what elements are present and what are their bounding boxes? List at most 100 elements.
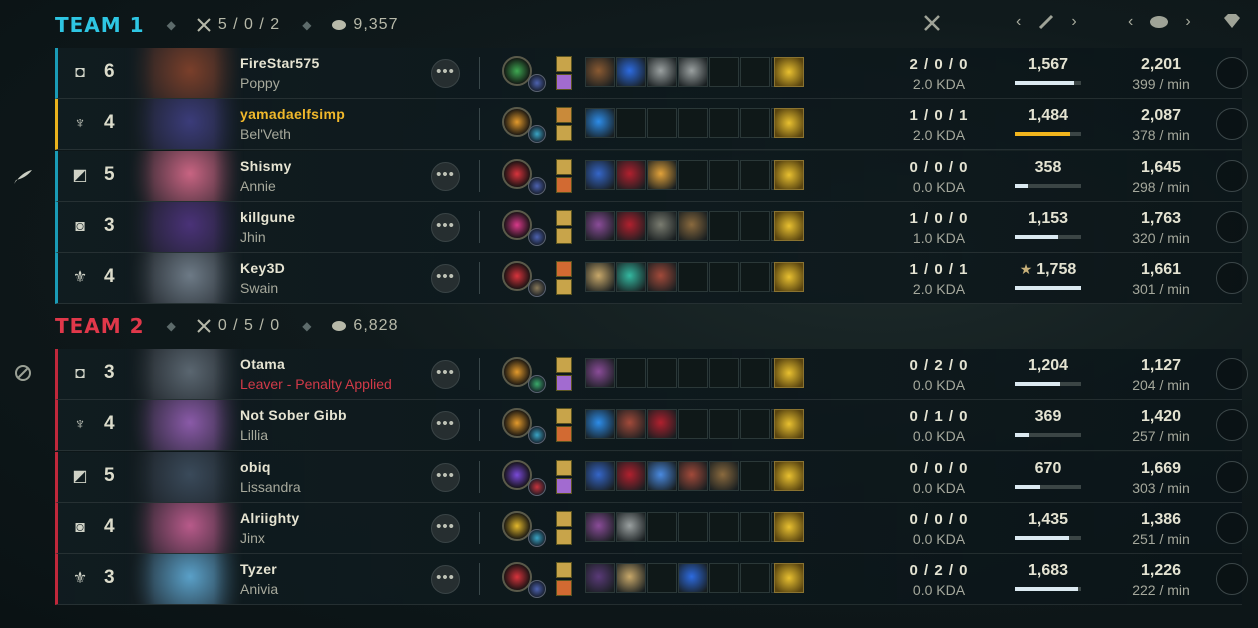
summoner-name[interactable]: Not Sober Gibb	[240, 407, 347, 423]
item-icon[interactable]	[678, 563, 708, 594]
secondary-rune-icon[interactable]	[528, 426, 546, 445]
more-options-button[interactable]: •••	[431, 59, 460, 88]
item-icon[interactable]	[616, 460, 646, 491]
item-icon[interactable]	[647, 159, 677, 190]
ward-trinket-icon[interactable]	[774, 159, 804, 190]
player-row[interactable]: ◘ 3 Otama Leaver - Penalty Applied ••• 0 / 2 …	[55, 349, 1248, 400]
item-icon[interactable]	[616, 57, 646, 87]
summoner-name[interactable]: yamadaelfsimp	[240, 106, 345, 122]
vision-slot[interactable]	[1216, 563, 1248, 596]
item-icon[interactable]	[585, 159, 615, 190]
secondary-rune-icon[interactable]	[528, 279, 546, 298]
item-icon[interactable]	[585, 358, 615, 388]
item-icon[interactable]	[585, 108, 615, 139]
item-icon[interactable]	[585, 460, 615, 491]
secondary-rune-icon[interactable]	[528, 477, 546, 496]
ward-trinket-icon[interactable]	[774, 511, 804, 542]
item-icon[interactable]	[647, 210, 677, 241]
vision-column-header[interactable]	[1222, 13, 1242, 29]
secondary-rune-icon[interactable]	[528, 176, 546, 195]
summoner-name[interactable]: killgune	[240, 209, 295, 225]
vision-slot[interactable]	[1216, 57, 1248, 89]
ward-trinket-icon[interactable]	[774, 210, 804, 241]
more-options-button[interactable]: •••	[431, 264, 460, 294]
summoner-spell-icon[interactable]	[556, 56, 572, 72]
summoner-spell-icon[interactable]	[556, 357, 572, 373]
summoner-spell-icon[interactable]	[556, 227, 572, 244]
summoner-spell-icon[interactable]	[556, 510, 572, 527]
summoner-name[interactable]: Shismy	[240, 158, 292, 174]
secondary-rune-icon[interactable]	[528, 375, 546, 393]
item-icon[interactable]	[616, 210, 646, 241]
summoner-name[interactable]: Otama	[240, 356, 285, 372]
summoner-spell-icon[interactable]	[556, 408, 572, 425]
summoner-name[interactable]: Key3D	[240, 260, 285, 276]
more-options-button[interactable]: •••	[431, 462, 460, 492]
player-row[interactable]: ♆ 4 yamadaelfsimp Bel'Veth 1 / 0 / 1 2.0 KDA 1…	[55, 99, 1248, 151]
summoner-spell-icon[interactable]	[556, 279, 572, 296]
summoner-spell-icon[interactable]	[556, 209, 572, 226]
item-icon[interactable]	[585, 262, 615, 293]
summoner-spell-icon[interactable]	[556, 261, 572, 278]
summoner-spell-icon[interactable]	[556, 459, 572, 476]
vision-slot[interactable]	[1216, 460, 1248, 493]
secondary-rune-icon[interactable]	[528, 125, 546, 144]
secondary-rune-icon[interactable]	[528, 528, 546, 547]
ward-trinket-icon[interactable]	[774, 563, 804, 594]
item-icon[interactable]	[585, 563, 615, 594]
summoner-spell-icon[interactable]	[556, 125, 572, 142]
summoner-spell-icon[interactable]	[556, 158, 572, 175]
vision-slot[interactable]	[1216, 210, 1248, 243]
item-icon[interactable]	[678, 57, 708, 87]
more-options-button[interactable]: •••	[431, 411, 460, 441]
item-icon[interactable]	[647, 57, 677, 87]
item-icon[interactable]	[616, 511, 646, 542]
ward-trinket-icon[interactable]	[774, 358, 804, 388]
item-icon[interactable]	[678, 210, 708, 241]
item-icon[interactable]	[616, 409, 646, 440]
more-options-button[interactable]: •••	[431, 161, 460, 191]
chevron-left-icon[interactable]: ‹	[1128, 13, 1133, 31]
summoner-name[interactable]: FireStar575	[240, 55, 320, 71]
item-icon[interactable]	[709, 460, 739, 491]
player-row[interactable]: ◩ 5 obiq Lissandra ••• 0 / 0 / 0 0.0 KDA 670 1,6…	[55, 451, 1248, 503]
item-icon[interactable]	[647, 409, 677, 440]
ward-trinket-icon[interactable]	[774, 108, 804, 139]
chevron-left-icon[interactable]: ‹	[1016, 13, 1021, 31]
item-icon[interactable]	[647, 460, 677, 491]
summoner-name[interactable]: Tyzer	[240, 561, 277, 577]
item-icon[interactable]	[585, 409, 615, 440]
summoner-spell-icon[interactable]	[556, 375, 572, 391]
item-icon[interactable]	[678, 460, 708, 491]
secondary-rune-icon[interactable]	[528, 74, 546, 92]
player-row[interactable]: ⚜ 3 Tyzer Anivia ••• 0 / 2 / 0 0.0 KDA 1,683 1,2…	[55, 554, 1248, 606]
chevron-right-icon[interactable]: ›	[1185, 13, 1190, 31]
item-icon[interactable]	[585, 511, 615, 542]
item-icon[interactable]	[585, 210, 615, 241]
player-row[interactable]: ◙ 4 Alriighty Jinx ••• 0 / 0 / 0 0.0 KDA 1,435 1…	[55, 502, 1248, 554]
player-row[interactable]: ◩ 5 Shismy Annie ••• 0 / 0 / 0 0.0 KDA 358 1,645…	[55, 150, 1248, 202]
kda-column-header[interactable]	[922, 13, 942, 33]
more-options-button[interactable]: •••	[431, 565, 460, 595]
ward-trinket-icon[interactable]	[774, 409, 804, 440]
summoner-spell-icon[interactable]	[556, 107, 572, 124]
vision-slot[interactable]	[1216, 108, 1248, 141]
ward-trinket-icon[interactable]	[774, 57, 804, 87]
summoner-spell-icon[interactable]	[556, 426, 572, 443]
player-row[interactable]: ◙ 3 killgune Jhin ••• 1 / 0 / 0 1.0 KDA 1,153 1,…	[55, 201, 1248, 253]
item-icon[interactable]	[616, 262, 646, 293]
ward-trinket-icon[interactable]	[774, 460, 804, 491]
more-options-button[interactable]: •••	[431, 513, 460, 543]
item-icon[interactable]	[647, 262, 677, 293]
item-icon[interactable]	[616, 563, 646, 594]
more-options-button[interactable]: •••	[431, 360, 460, 389]
summoner-spell-icon[interactable]	[556, 580, 572, 597]
summoner-spell-icon[interactable]	[556, 74, 572, 90]
player-row[interactable]: ⚜ 4 Key3D Swain ••• 1 / 0 / 1 2.0 KDA ★ 1,758 1,…	[55, 253, 1248, 305]
vision-slot[interactable]	[1216, 159, 1248, 192]
vision-slot[interactable]	[1216, 262, 1248, 295]
item-icon[interactable]	[616, 159, 646, 190]
vision-slot[interactable]	[1216, 409, 1248, 442]
secondary-rune-icon[interactable]	[528, 227, 546, 246]
summoner-name[interactable]: obiq	[240, 459, 271, 475]
